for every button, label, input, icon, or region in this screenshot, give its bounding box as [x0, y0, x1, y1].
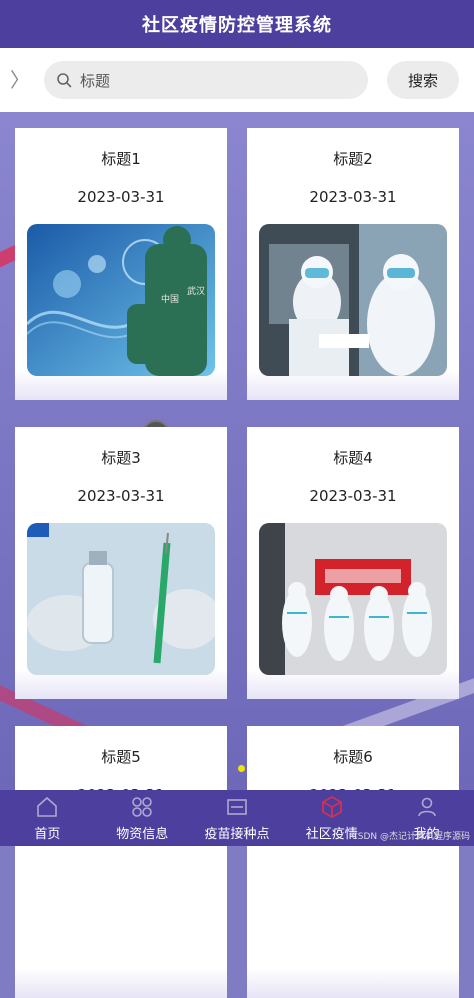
- grid-icon: [132, 797, 152, 817]
- svg-text:中国: 中国: [161, 293, 179, 305]
- search-icon: [57, 73, 72, 88]
- card-title: 标题6: [333, 748, 373, 766]
- syringe-icon: [227, 799, 247, 815]
- tab-home[interactable]: 首页: [0, 790, 95, 846]
- news-card[interactable]: 标题2 2023-03-31: [247, 128, 459, 400]
- news-card[interactable]: 标题1 2023-03-31 武汉 中国: [15, 128, 227, 400]
- search-field[interactable]: [44, 61, 368, 101]
- tab-label: 社区疫情: [305, 827, 358, 842]
- cube-icon: [321, 795, 342, 819]
- card-date: 2023-03-31: [309, 188, 397, 206]
- search-input[interactable]: [78, 61, 352, 101]
- card-date: 2023-03-31: [309, 487, 397, 505]
- card-title: 标题5: [101, 748, 141, 766]
- news-card[interactable]: 标题3 2023-03-31: [15, 427, 227, 699]
- medics-car-image: [259, 224, 447, 376]
- news-card[interactable]: 标题6 2023-03-31: [247, 726, 459, 998]
- card-date: 2023-03-31: [77, 188, 165, 206]
- card-title: 标题4: [333, 449, 373, 467]
- app-title: 社区疫情防控管理系统: [142, 15, 332, 36]
- watermark-text: CSDN @杰记计算机程序源码: [351, 832, 470, 842]
- home-icon: [37, 796, 58, 817]
- card-title: 标题1: [101, 150, 141, 168]
- bottom-tab-bar: 首页 物资信息 疫苗接种点 社区疫情 我的 CSDN @杰记计算机程序源码: [0, 790, 474, 846]
- tab-vaccination-sites[interactable]: 疫苗接种点: [190, 790, 285, 846]
- tab-supplies[interactable]: 物资信息: [95, 790, 190, 846]
- news-card[interactable]: 标题4 2023-03-31: [247, 427, 459, 699]
- virus-doctor-image: 武汉 中国: [27, 224, 215, 376]
- search-button[interactable]: 搜索: [387, 61, 459, 99]
- app-header: 社区疫情防控管理系统: [0, 0, 474, 48]
- card-title: 标题2: [333, 150, 373, 168]
- card-date: 2023-03-31: [77, 487, 165, 505]
- card-title: 标题3: [101, 449, 141, 467]
- chevron-right-icon[interactable]: 〉: [10, 68, 30, 92]
- tab-label: 首页: [34, 827, 61, 842]
- tab-label: 疫苗接种点: [204, 827, 270, 842]
- indicator-dot: [238, 765, 245, 772]
- tab-label: 物资信息: [116, 827, 169, 842]
- search-bar: 〉 搜索: [0, 48, 474, 112]
- news-card[interactable]: 标题5 2023-03-31: [15, 726, 227, 998]
- vaccine-vial-image: [27, 523, 215, 675]
- medical-team-image: [259, 523, 447, 675]
- user-icon: [417, 797, 436, 817]
- svg-text:武汉: 武汉: [187, 285, 205, 297]
